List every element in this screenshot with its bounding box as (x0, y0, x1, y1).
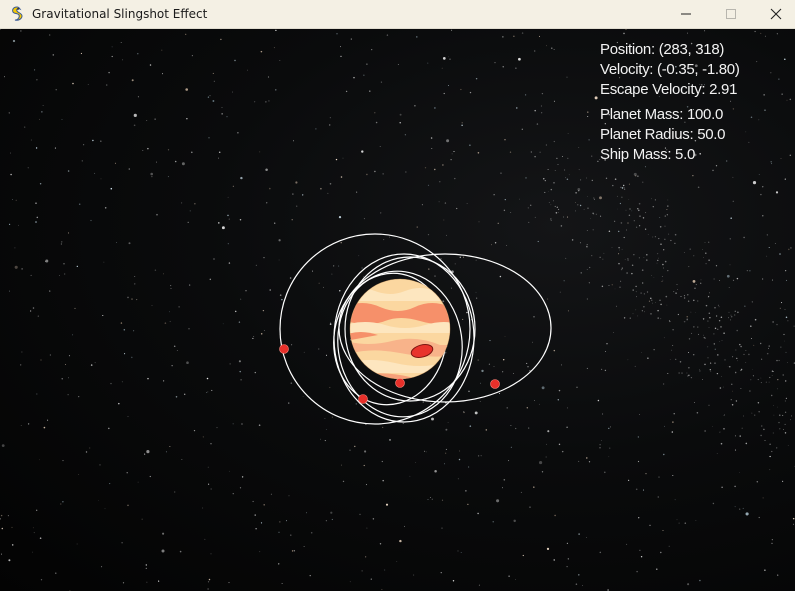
pygame-snake-icon (9, 6, 25, 22)
milky-way-haze (527, 123, 795, 467)
maximize-button[interactable] (708, 0, 754, 28)
hud-panel: Position: (283, 318) Velocity: (-0.35, -… (600, 40, 740, 165)
escape-velocity-readout: Escape Velocity: 2.91 (600, 81, 738, 98)
position-readout: Position: (283, 318) (600, 41, 725, 58)
game-canvas[interactable]: Position: (283, 318) Velocity: (-0.35, -… (0, 29, 795, 591)
title-bar[interactable]: Gravitational Slingshot Effect (0, 0, 795, 29)
close-icon (770, 8, 782, 20)
ship (279, 344, 289, 354)
ship (395, 378, 405, 388)
close-button[interactable] (753, 0, 795, 28)
game-window: Gravitational Slingshot Effect Position:… (0, 0, 795, 591)
planet-radius-readout: Planet Radius: 50.0 (600, 126, 726, 143)
ship (490, 379, 500, 389)
minimize-button[interactable] (663, 0, 709, 28)
minimize-icon (680, 8, 692, 20)
window-title: Gravitational Slingshot Effect (32, 7, 208, 21)
maximize-icon (725, 8, 737, 20)
velocity-readout: Velocity: (-0.35, -1.80) (600, 61, 740, 78)
ship (358, 394, 368, 404)
ship-mass-readout: Ship Mass: 5.0 (600, 146, 696, 163)
planet-mass-readout: Planet Mass: 100.0 (600, 106, 724, 123)
gas-giant-planet[interactable] (345, 278, 460, 385)
